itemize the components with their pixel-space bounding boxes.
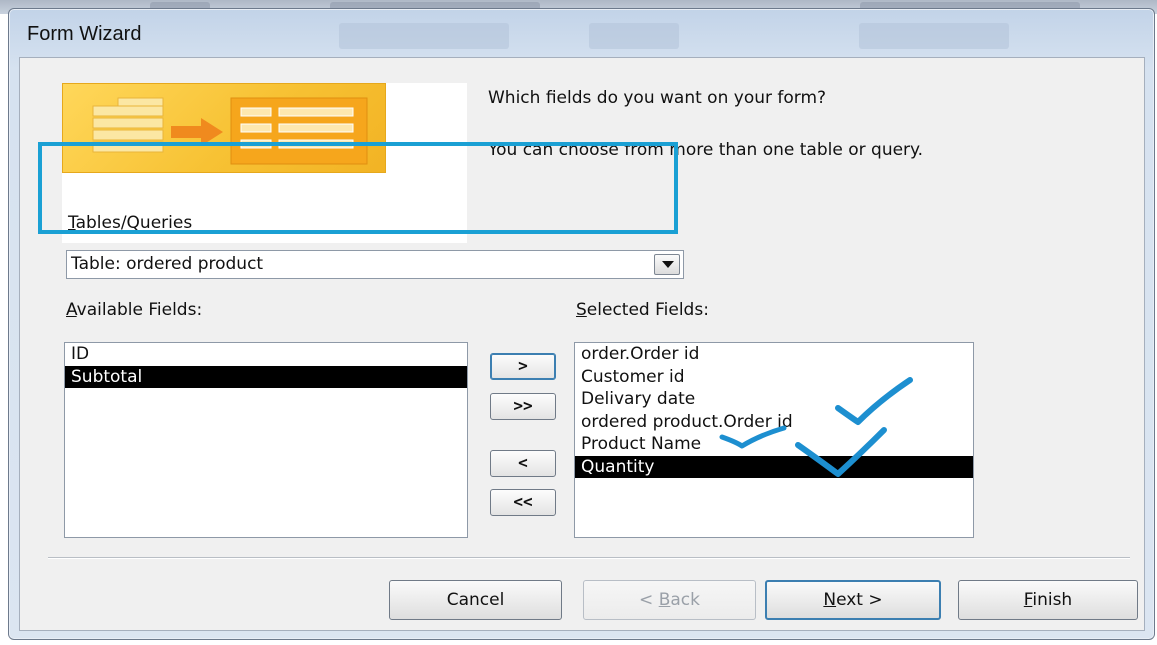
chevron-down-icon xyxy=(662,261,674,268)
cancel-button[interactable]: Cancel xyxy=(389,580,562,620)
available-fields-label: Available Fields: xyxy=(66,300,202,320)
title-bar[interactable]: Form Wizard xyxy=(9,9,1154,57)
remove-all-fields-button[interactable]: << xyxy=(490,489,556,516)
form-wizard-dialog: Form Wizard Which fields do you want on … xyxy=(8,8,1155,640)
add-field-button[interactable]: > xyxy=(490,353,556,380)
next-button[interactable]: Next > xyxy=(765,580,941,620)
selected-fields-label-accel: S xyxy=(576,300,587,320)
annotation-highlight-box xyxy=(38,142,678,234)
next-button-rest: ext > xyxy=(836,590,883,610)
selected-fields-label-rest: elected Fields: xyxy=(586,300,709,320)
dialog-title: Form Wizard xyxy=(27,23,142,45)
back-button-rest: ack xyxy=(670,590,700,610)
list-item[interactable]: Customer id xyxy=(575,366,973,389)
available-fields-list[interactable]: ID Subtotal xyxy=(64,342,468,538)
background-ghost xyxy=(339,23,509,49)
list-item[interactable]: Subtotal xyxy=(65,365,467,388)
list-item[interactable]: Product Name xyxy=(575,433,973,456)
tables-queries-selected-value: Table: ordered product xyxy=(71,254,264,274)
list-item[interactable]: Delivary date xyxy=(575,388,973,411)
divider xyxy=(48,557,1130,559)
dropdown-button[interactable] xyxy=(654,254,680,275)
back-button-prefix: < xyxy=(639,590,659,610)
back-button[interactable]: < Back xyxy=(583,580,756,620)
selected-fields-label: Selected Fields: xyxy=(576,300,709,320)
wizard-question: Which fields do you want on your form? xyxy=(488,88,827,108)
back-button-accel: B xyxy=(658,590,671,610)
finish-button[interactable]: Finish xyxy=(958,580,1138,620)
background-ghost xyxy=(859,23,1009,49)
list-item[interactable]: ID xyxy=(65,343,467,366)
finish-button-rest: inish xyxy=(1032,590,1073,610)
add-all-fields-button[interactable]: >> xyxy=(490,393,556,420)
list-item[interactable]: ordered product.Order id xyxy=(575,411,973,434)
available-fields-label-accel: A xyxy=(66,300,77,320)
tables-queries-dropdown[interactable]: Table: ordered product xyxy=(66,250,684,279)
list-item[interactable]: order.Order id xyxy=(575,343,973,366)
available-fields-label-rest: vailable Fields: xyxy=(76,300,203,320)
remove-field-button[interactable]: < xyxy=(490,450,556,477)
next-button-accel: N xyxy=(823,590,837,610)
selected-fields-list[interactable]: order.Order id Customer id Delivary date… xyxy=(574,342,974,538)
list-item[interactable]: Quantity xyxy=(575,455,973,478)
background-ghost xyxy=(589,23,679,49)
